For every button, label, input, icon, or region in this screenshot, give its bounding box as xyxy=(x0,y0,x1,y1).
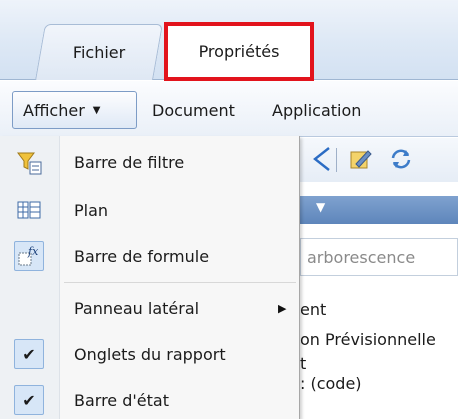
menu-item-plan[interactable]: Plan xyxy=(0,188,300,232)
chevron-down-icon[interactable]: ▼ xyxy=(316,200,325,214)
tree-item[interactable]: t xyxy=(300,354,306,373)
checkmark-icon: ✔ xyxy=(14,339,44,369)
panel-header: ▼ xyxy=(300,196,458,224)
tab-proprietes[interactable]: Propriétés xyxy=(164,22,314,81)
edit-report-icon[interactable] xyxy=(348,146,374,172)
menu-item-barre-de-filtre[interactable]: Barre de filtre xyxy=(0,140,300,184)
menu-item-onglets-du-rapport[interactable]: ✔ Onglets du rapport xyxy=(0,332,300,376)
menu-item-label: Plan xyxy=(74,200,109,220)
menu-item-label: Barre d'état xyxy=(74,390,169,410)
menu-separator xyxy=(64,282,296,283)
tree-search-input[interactable]: arborescence xyxy=(300,238,458,276)
background-toolbar xyxy=(300,138,458,182)
tree-item[interactable]: on Prévisionnelle xyxy=(300,330,436,349)
toolbar-separator xyxy=(336,148,337,172)
checkmark-icon: ✔ xyxy=(14,385,44,415)
application-label: Application xyxy=(272,100,362,120)
outline-icon xyxy=(14,195,44,225)
svg-text:fx: fx xyxy=(27,245,39,258)
tree-item[interactable]: : (code) xyxy=(300,374,362,393)
dropdown-arrow-icon: ▼ xyxy=(92,104,101,116)
afficher-menu-button[interactable]: Afficher ▼ xyxy=(12,91,137,129)
menu-item-label: Onglets du rapport xyxy=(74,344,226,364)
tab-proprietes-label: Propriétés xyxy=(198,42,280,61)
menu-item-label: Barre de filtre xyxy=(74,152,185,172)
menu-item-barre-de-formule[interactable]: fx Barre de formule xyxy=(0,234,300,278)
ribbon-menu-bar: Afficher ▼ Document Application xyxy=(0,81,458,137)
tree-item[interactable]: ent xyxy=(300,300,326,319)
menu-item-barre-d-etat[interactable]: ✔ Barre d'état xyxy=(0,378,300,419)
formula-icon: fx xyxy=(14,241,44,271)
refresh-icon[interactable] xyxy=(388,146,414,172)
afficher-label: Afficher xyxy=(23,100,85,120)
close-x-icon[interactable] xyxy=(308,146,334,172)
tab-fichier-label: Fichier xyxy=(72,43,126,62)
afficher-dropdown-menu: Barre de filtre Plan fx Barre de formule xyxy=(0,136,300,419)
application-menu-button[interactable]: Application xyxy=(262,91,371,129)
menu-item-label: Panneau latéral xyxy=(74,298,200,318)
menu-item-panneau-lateral[interactable]: Panneau latéral ▶ xyxy=(0,286,300,330)
menu-item-label: Barre de formule xyxy=(74,246,210,266)
tree-search-placeholder: arborescence xyxy=(307,247,416,267)
filter-bar-icon xyxy=(14,147,44,177)
document-menu-button[interactable]: Document xyxy=(142,91,245,129)
tab-fichier[interactable]: Fichier xyxy=(35,24,163,80)
document-label: Document xyxy=(152,100,235,120)
ribbon-tab-strip: Fichier Propriétés xyxy=(0,0,458,81)
submenu-arrow-icon: ▶ xyxy=(278,301,287,315)
